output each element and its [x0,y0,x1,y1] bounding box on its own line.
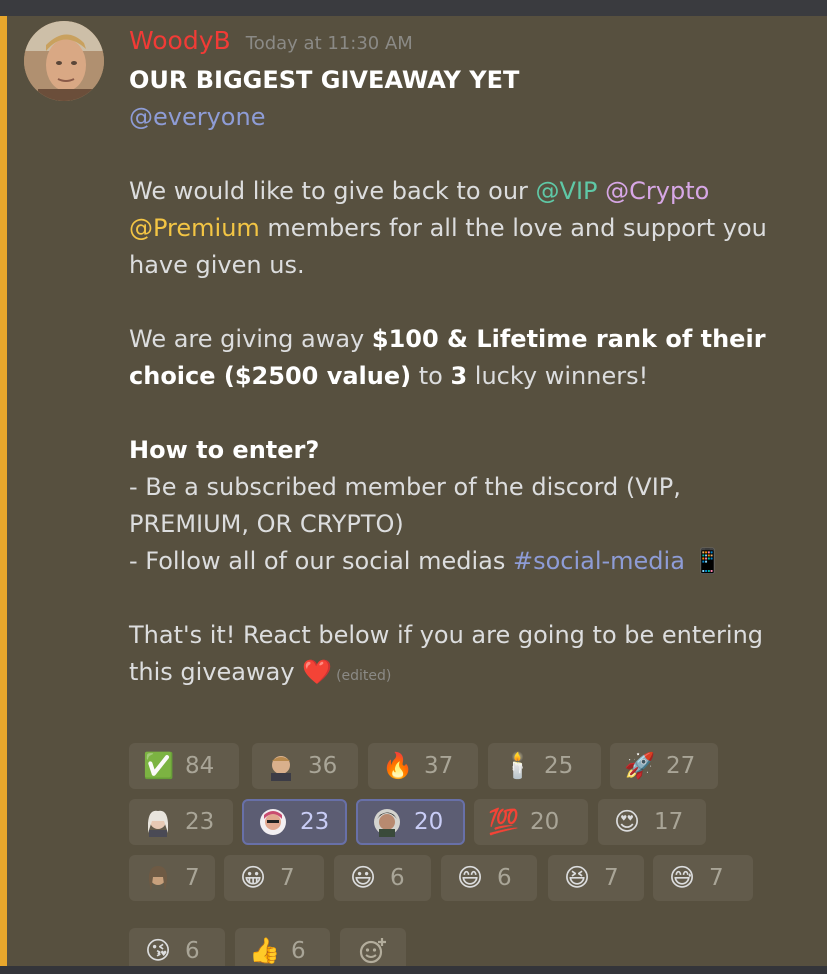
mobile-phone-icon: 📱 [692,547,723,575]
sweat-smile-icon: 😅 [668,863,696,892]
add-reaction-icon [358,936,388,966]
rule-2: - Follow all of our social medias #socia… [129,547,723,575]
kiss-face-icon: 😘 [144,936,172,965]
grinning-face-icon: 😀 [239,863,267,892]
reaction-0[interactable]: ✅ 84 [129,743,239,789]
mention-crypto[interactable]: @Crypto [605,177,709,205]
laughing-face-icon: 😆 [563,863,591,892]
paragraph-1: We would like to give back to our @VIP @… [129,177,767,279]
avatar[interactable] [24,21,104,101]
reaction-7[interactable]: 20 [356,799,465,845]
how-to-enter-heading: How to enter? [129,436,320,464]
check-mark-icon: ✅ [143,751,175,780]
reaction-11[interactable]: 😀 7 [224,855,324,901]
message-title: OUR BIGGEST GIVEAWAY YET [129,66,520,94]
reaction-8[interactable]: 💯 20 [474,799,588,845]
mention-highlight-bar [0,16,7,966]
hundred-points-icon: 💯 [488,807,520,836]
thumbs-up-icon: 👍 [249,936,281,965]
message-content: OUR BIGGEST GIVEAWAY YET @everyone We wo… [129,62,799,695]
reaction-2[interactable]: 🔥 37 [368,743,478,789]
avatar-face-emoji-2 [143,807,173,837]
fire-icon: 🔥 [382,751,414,780]
red-heart-icon: ❤️ [302,658,333,686]
reaction-4[interactable]: 🚀 27 [610,743,718,789]
mention-vip[interactable]: @VIP [536,177,598,205]
rule-1: - Be a subscribed member of the discord … [129,473,681,538]
closing-paragraph: That's it! React below if you are going … [129,621,764,686]
message-header: WoodyB Today at 11:30 AM [129,26,413,55]
avatar-face-emoji-3 [258,807,288,837]
edited-label: (edited) [336,668,392,684]
channel-link-social-media[interactable]: #social-media [513,547,685,575]
rocket-icon: 🚀 [624,751,656,780]
reaction-12[interactable]: 😃 6 [334,855,431,901]
paragraph-2: We are giving away $100 & Lifetime rank … [129,325,766,390]
reaction-3[interactable]: 🕯️ 25 [488,743,601,789]
avatar-photo [24,21,104,101]
avatar-face-emoji-5 [143,863,173,893]
mention-everyone[interactable]: @everyone [129,103,265,131]
avatar-face-emoji-4 [372,807,402,837]
reaction-1[interactable]: 36 [252,743,358,789]
winner-count: 3 [450,362,468,390]
avatar-face-emoji-1 [266,751,296,781]
username[interactable]: WoodyB [129,26,231,55]
smiley-face-icon: 😃 [349,863,377,892]
mention-premium[interactable]: @Premium [129,214,260,242]
candle-icon: 🕯️ [502,751,534,780]
reaction-15[interactable]: 😅 7 [653,855,753,901]
reaction-6[interactable]: 23 [242,799,347,845]
chat-message: WoodyB Today at 11:30 AM OUR BIGGEST GIV… [0,16,827,974]
reaction-10[interactable]: 7 [129,855,215,901]
heart-eyes-icon: 😍 [613,807,641,836]
reaction-13[interactable]: 😄 6 [441,855,537,901]
reaction-5[interactable]: 23 [129,799,233,845]
window-bottom-edge [0,966,827,974]
timestamp: Today at 11:30 AM [245,33,413,54]
reaction-9[interactable]: 😍 17 [598,799,706,845]
reaction-14[interactable]: 😆 7 [548,855,644,901]
smile-face-icon: 😄 [456,863,484,892]
window-top-edge [0,0,827,16]
